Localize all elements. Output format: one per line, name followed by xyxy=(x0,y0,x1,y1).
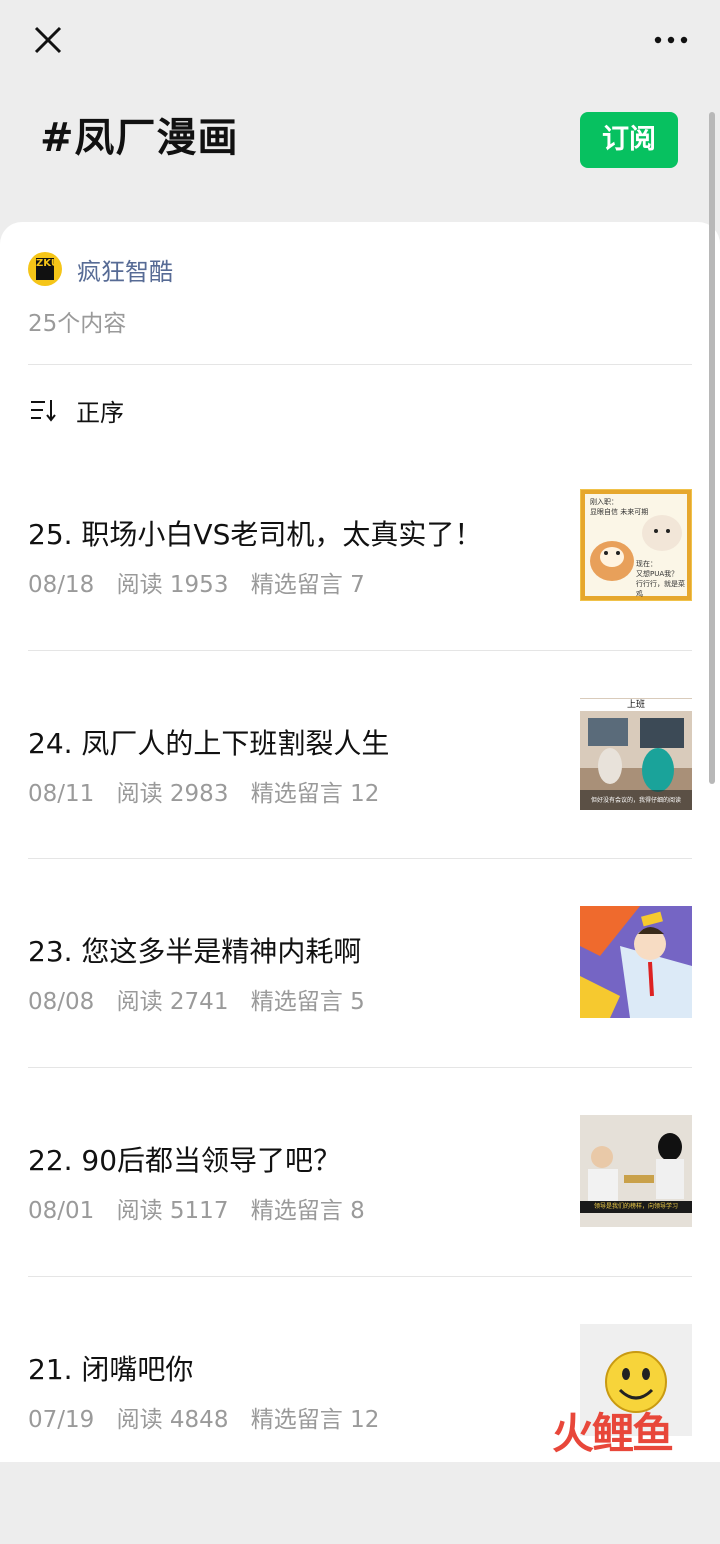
subscribe-button[interactable]: 订阅 xyxy=(580,112,678,168)
sort-label: 正序 xyxy=(76,398,124,427)
office-photo-image xyxy=(580,698,692,810)
article-reads: 阅读 5117 xyxy=(116,1198,229,1224)
article-item[interactable]: 22. 90后都当领导了吧？ 08/01 阅读 5117 精选留言 8 领导是我… xyxy=(0,1115,720,1335)
article-thumbnail xyxy=(580,906,692,1018)
article-comments: 精选留言 12 xyxy=(250,1407,380,1433)
article-item[interactable]: 25. 职场小白VS老司机，太真实了！ 08/18 阅读 1953 精选留言 7… xyxy=(0,489,720,709)
article-meta: 08/08 阅读 2741 精选留言 5 xyxy=(28,982,380,1016)
article-comments: 精选留言 8 xyxy=(250,1198,365,1224)
more-button[interactable] xyxy=(648,24,694,56)
account-name: 疯狂智酷 xyxy=(77,257,173,286)
content-card: ZKU 疯狂智酷 25个内容 正序 25. 职场小白VS老司机，太真实了！ 08… xyxy=(0,222,720,1462)
article-comments: 精选留言 5 xyxy=(250,989,365,1015)
scrollbar[interactable] xyxy=(709,112,715,784)
article-title: 22. 90后都当领导了吧？ xyxy=(28,1144,342,1177)
thumbnail-caption-bottom: 现在： 又想PUA我？ 行行行，就是菜鸡 xyxy=(636,560,685,598)
article-thumbnail: 刚入职： 显眼自信 未来可期 现在： 又想PUA我？ 行行行，就是菜鸡 xyxy=(580,489,692,601)
thumbnail-caption-top: 刚入职： 显眼自信 未来可期 xyxy=(590,498,649,516)
thumbnail-caption-bottom: 但好没有会议的，我得仔细的阅读 xyxy=(590,797,681,804)
divider xyxy=(28,364,692,365)
sort-icon xyxy=(31,400,56,422)
article-date: 08/01 xyxy=(28,1198,95,1224)
account-avatar: ZKU xyxy=(28,252,62,286)
article-thumbnail: 上班 但好没有会议的，我得仔细的阅读 xyxy=(580,698,692,810)
article-reads: 阅读 4848 xyxy=(116,1407,229,1433)
top-bar xyxy=(0,0,720,80)
article-reads: 阅读 1953 xyxy=(116,572,229,598)
article-date: 08/18 xyxy=(28,572,95,598)
article-comments: 精选留言 7 xyxy=(250,572,365,598)
content-count: 25个内容 xyxy=(28,311,127,337)
page-title: #凤厂漫画 xyxy=(40,115,239,161)
article-comments: 精选留言 12 xyxy=(250,781,380,807)
account-link[interactable]: ZKU 疯狂智酷 xyxy=(28,250,173,288)
article-date: 07/19 xyxy=(28,1407,95,1433)
divider xyxy=(28,1067,692,1068)
divider xyxy=(28,1276,692,1277)
more-icon xyxy=(654,36,688,44)
article-title: 21. 闭嘴吧你 xyxy=(28,1353,194,1386)
article-meta: 07/19 阅读 4848 精选留言 12 xyxy=(28,1400,394,1434)
close-button[interactable] xyxy=(28,20,68,60)
article-title: 24. 凤厂人的上下班割裂人生 xyxy=(28,727,390,760)
article-title: 25. 职场小白VS老司机，太真实了！ xyxy=(28,518,483,551)
article-reads: 阅读 2983 xyxy=(116,781,229,807)
article-date: 08/11 xyxy=(28,781,95,807)
article-item[interactable]: 23. 您这多半是精神内耗啊 08/08 阅读 2741 精选留言 5 xyxy=(0,906,720,1126)
article-item[interactable]: 24. 凤厂人的上下班割裂人生 08/11 阅读 2983 精选留言 12 上班… xyxy=(0,698,720,918)
sort-toggle[interactable]: 正序 xyxy=(28,390,124,430)
article-meta: 08/18 阅读 1953 精选留言 7 xyxy=(28,565,380,599)
article-reads: 阅读 2741 xyxy=(116,989,229,1015)
thumbnail-caption-top: 上班 xyxy=(580,699,692,711)
avatar-logo: ZKU xyxy=(36,258,59,280)
article-meta: 08/01 阅读 5117 精选留言 8 xyxy=(28,1191,380,1225)
divider xyxy=(28,650,692,651)
article-date: 08/08 xyxy=(28,989,95,1015)
comic-illustration-image xyxy=(580,906,692,1018)
article-title: 23. 您这多半是精神内耗啊 xyxy=(28,935,362,968)
close-icon xyxy=(34,26,62,54)
watermark-logo: 火鲤鱼 xyxy=(552,1409,674,1458)
article-meta: 08/11 阅读 2983 精选留言 12 xyxy=(28,774,394,808)
divider xyxy=(28,858,692,859)
article-thumbnail: 领导是我们的榜样，向领导学习 xyxy=(580,1115,692,1227)
thumbnail-caption-bottom: 领导是我们的榜样，向领导学习 xyxy=(593,1203,678,1210)
